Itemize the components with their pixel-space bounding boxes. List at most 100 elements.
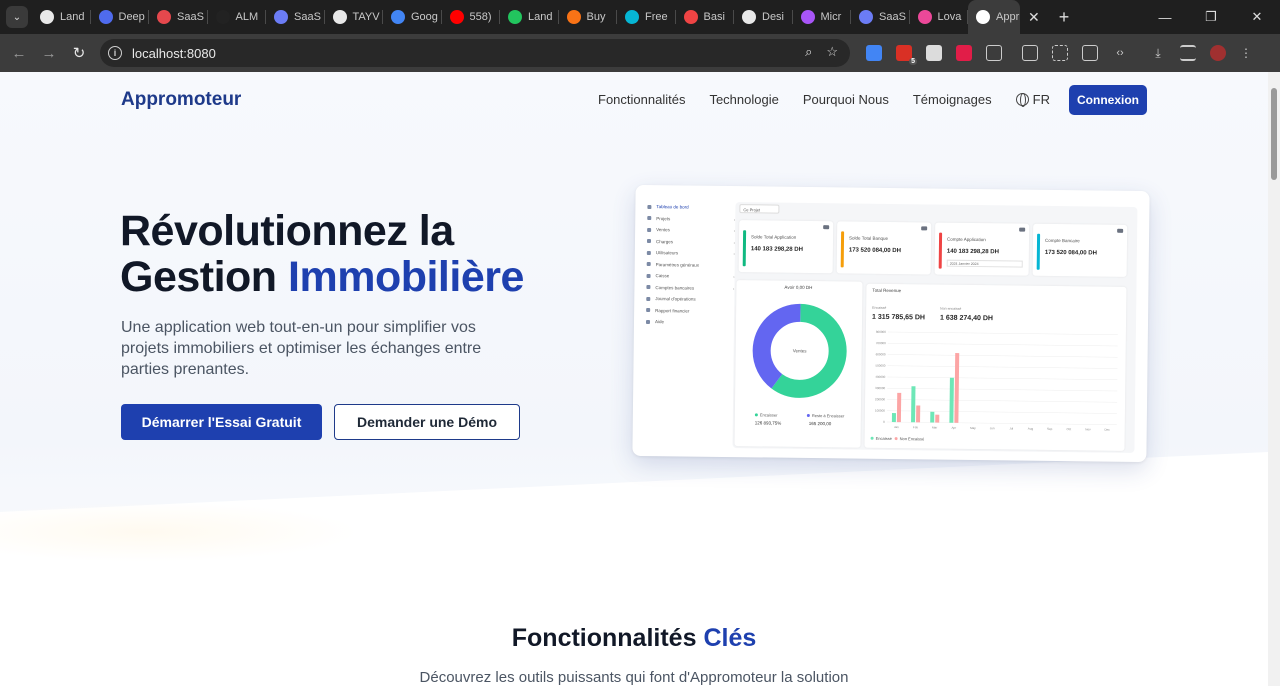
profile-avatar[interactable] [1210, 45, 1226, 61]
tab-favicon-icon [742, 10, 756, 24]
x-tick-label: Nov [1085, 427, 1091, 431]
extension-badge: 5 [909, 58, 917, 65]
adblock-extension-icon[interactable]: 5 [896, 45, 917, 65]
nav-link-features[interactable]: Fonctionnalités [598, 92, 685, 107]
browser-tab[interactable]: SaaS [266, 0, 325, 34]
request-demo-button[interactable]: Demander une Démo [334, 404, 520, 440]
menu-item-icon [646, 250, 651, 255]
preview-sidebar-item: Aide [645, 316, 734, 329]
close-window-button[interactable]: ✕ [1234, 0, 1280, 34]
browser-tab[interactable]: ALM [208, 0, 267, 34]
qr-code-icon[interactable] [1052, 45, 1068, 61]
browser-tab[interactable]: Desi [734, 0, 793, 34]
devtools-code-icon[interactable]: ‹› [1112, 45, 1128, 61]
site-logo[interactable]: Appromoteur [121, 89, 241, 111]
chart-gridline [886, 410, 1117, 414]
screen-extension-icon[interactable] [926, 45, 942, 61]
download-icon[interactable]: ⤓ [1150, 45, 1166, 61]
page-scrollbar[interactable] [1268, 72, 1280, 686]
menu-item-label: Charges [655, 238, 674, 245]
menu-item-label: Journal d'opérations [655, 296, 696, 302]
nav-link-technology[interactable]: Technologie [709, 92, 778, 107]
browser-tab[interactable]: Buy [559, 0, 618, 34]
browser-tab[interactable]: Free [617, 0, 676, 34]
tab-title: Goog [411, 11, 438, 23]
browser-tab[interactable]: Basi [676, 0, 735, 34]
menu-item-icon [647, 216, 652, 221]
chart-gridline [887, 365, 1118, 369]
tab-favicon-icon [332, 10, 347, 24]
top-navigation: Fonctionnalités Technologie Pourquoi Nou… [598, 92, 1050, 107]
start-free-trial-button[interactable]: Démarrer l'Essai Gratuit [121, 404, 322, 440]
chart-gridline [887, 342, 1118, 347]
tab-favicon-icon [391, 10, 405, 24]
preview-balance-card: Compte Bancaire 173 520 084,00 DH [1032, 223, 1128, 277]
revenue-title: Total Revenue [872, 287, 902, 294]
browser-tab[interactable]: 558) [442, 0, 501, 34]
puzzle-extensions-icon[interactable] [986, 45, 1002, 61]
forward-button[interactable]: → [34, 45, 64, 62]
x-tick-label: Mar [932, 426, 937, 430]
tab-favicon-icon [98, 10, 113, 24]
browser-tab[interactable]: Land [32, 0, 91, 34]
x-tick-label: May [970, 426, 976, 430]
browser-tab[interactable]: SaaS [851, 0, 910, 34]
donut-value-encaisser: 126 893,75% [754, 420, 782, 426]
new-tab-button[interactable]: + [1054, 7, 1074, 28]
browser-tab[interactable]: Land [500, 0, 559, 34]
revenue-stat1-value: 1 315 785,65 DH [872, 313, 926, 322]
browser-tab[interactable]: SaaS [149, 0, 208, 34]
language-switcher[interactable]: FR [1015, 92, 1050, 107]
card-label: Compte Bancaire [1044, 237, 1080, 244]
globe-icon [1015, 93, 1029, 107]
tab-favicon-icon [449, 10, 464, 24]
back-button[interactable]: ← [4, 45, 34, 62]
minimize-button[interactable]: — [1142, 0, 1188, 34]
browser-tab[interactable]: Goog [383, 0, 442, 34]
browser-tab[interactable]: Deep [91, 0, 150, 34]
hero-title-line2: Gestion [120, 253, 289, 301]
cast-icon[interactable] [1082, 45, 1098, 61]
bookmark-star-icon[interactable]: ☆ [826, 44, 838, 60]
revenue-bar-chart: 800000 700000 600000 500000 400000 300000 2000… [875, 330, 1118, 432]
reload-button[interactable]: ↻ [64, 44, 94, 62]
card-icon [921, 226, 928, 231]
login-button[interactable]: Connexion [1069, 85, 1147, 115]
revenue-stat2-value: 1 638 274,40 DH [940, 314, 994, 323]
tab-favicon-icon [215, 10, 230, 24]
revenue-stat2-label: Non encaissé [940, 306, 962, 311]
tab-title: 558) [469, 11, 492, 23]
tab-search-button[interactable]: ⌄ [6, 6, 28, 28]
tab-favicon-icon [859, 10, 873, 24]
browser-tab[interactable]: Lova [910, 0, 969, 34]
browser-menu-icon[interactable]: ⋮ [1240, 45, 1252, 61]
background-glow [0, 502, 360, 562]
address-bar[interactable]: i localhost:8080 ⌕ ☆ [100, 39, 850, 67]
chart-gridline [887, 331, 1118, 336]
revenue-bar [911, 386, 916, 423]
nav-link-testimonials[interactable]: Témoignages [913, 92, 992, 107]
close-tab-icon[interactable]: ✕ [1028, 9, 1044, 26]
translate-extension-icon[interactable] [866, 45, 882, 61]
maximize-button[interactable]: ❐ [1188, 0, 1234, 34]
zoom-search-icon[interactable]: ⌕ [805, 44, 812, 60]
menu-item-label: Paramètres généraux [655, 261, 700, 268]
nav-link-why-us[interactable]: Pourquoi Nous [803, 92, 889, 107]
site-info-icon[interactable]: i [108, 46, 122, 60]
browser-tab[interactable]: TAYV [325, 0, 384, 34]
lens-icon[interactable] [1022, 45, 1038, 61]
chart-gridline [887, 376, 1118, 381]
browser-tab[interactable]: Micr [793, 0, 852, 34]
reading-list-icon[interactable] [1180, 45, 1196, 61]
y-tick-label: 0 [883, 420, 885, 424]
tab-favicon-icon [917, 10, 932, 24]
revenue-legend-encaisse: Encaissé [870, 436, 892, 441]
tab-favicon-icon [566, 10, 581, 24]
revenue-bar [916, 405, 921, 423]
browser-tab[interactable]: Appr [968, 0, 1020, 34]
url-text[interactable]: localhost:8080 [132, 46, 216, 61]
tab-favicon-icon [976, 10, 990, 24]
scrollbar-thumb[interactable] [1271, 88, 1277, 180]
media-extension-icon[interactable] [956, 45, 972, 61]
hero-subtitle: Une application web tout-en-un pour simp… [121, 319, 482, 378]
